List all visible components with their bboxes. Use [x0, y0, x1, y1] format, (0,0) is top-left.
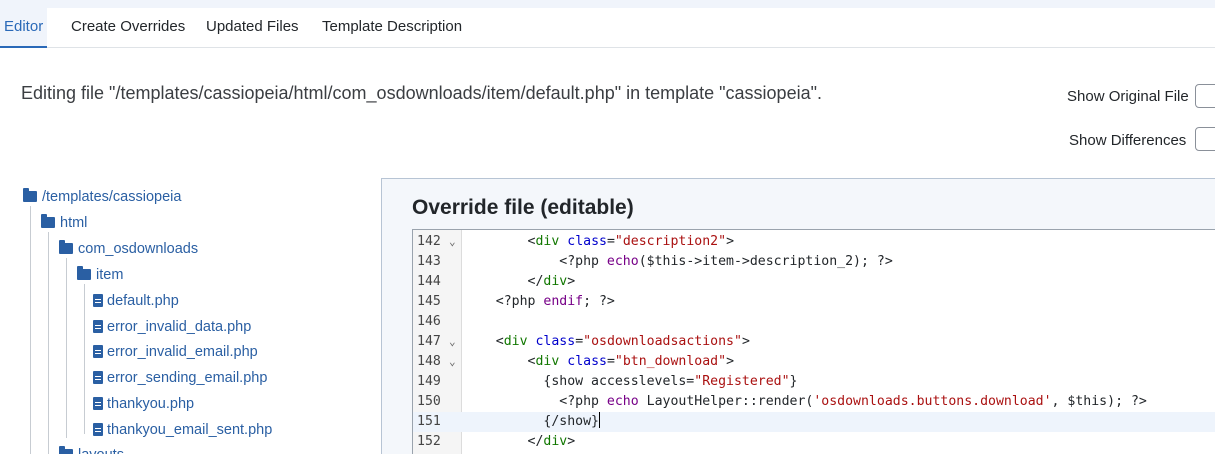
code-line[interactable]: 147 ⌄ <div class="osdownloadsactions">	[413, 332, 1215, 352]
folder-icon	[77, 265, 91, 280]
line-number: 143	[417, 254, 441, 269]
folder-icon	[59, 445, 73, 454]
tree-guide-line	[48, 232, 49, 454]
fold-chevron-icon[interactable]: ⌄	[449, 352, 456, 372]
tree-file[interactable]: error_sending_email.php	[93, 370, 267, 386]
code-text: {show accesslevels="Registered"}	[464, 374, 798, 389]
tree-folder-item[interactable]: item	[77, 265, 123, 283]
show-original-file-label: Show Original File	[1067, 88, 1189, 105]
code-text: <?php endif; ?>	[464, 294, 615, 309]
line-number: 145	[417, 294, 441, 309]
file-icon	[93, 319, 103, 333]
code-line[interactable]: 149 {show accesslevels="Registered"}	[413, 372, 1215, 392]
code-line[interactable]: 143 <?php echo($this->item->description_…	[413, 252, 1215, 272]
line-number: 142	[417, 234, 441, 249]
tab-template-description[interactable]: Template Description	[322, 8, 462, 48]
code-text: {/show}	[464, 411, 600, 432]
code-text: </div>	[464, 274, 576, 289]
file-icon	[93, 370, 103, 384]
file-icon	[93, 293, 103, 307]
line-number: 147	[417, 334, 441, 349]
override-panel: Override file (editable) 142 ⌄ <div class…	[381, 178, 1215, 454]
tab-bar: Editor Create Overrides Updated Files Te…	[0, 8, 1215, 48]
tab-updated-files[interactable]: Updated Files	[206, 8, 299, 48]
code-line[interactable]: 152 </div>	[413, 432, 1215, 452]
tab-editor[interactable]: Editor	[0, 8, 48, 48]
tree-file[interactable]: error_invalid_data.php	[93, 319, 251, 335]
file-tree: /templates/cassiopeia html com_osdownloa…	[0, 178, 380, 454]
tree-guide-line	[66, 258, 67, 438]
code-line[interactable]: 146	[413, 312, 1215, 332]
tree-folder-root[interactable]: /templates/cassiopeia	[23, 187, 181, 205]
code-line[interactable]: 150 <?php echo LayoutHelper::render('osd…	[413, 392, 1215, 412]
file-icon	[93, 396, 103, 410]
show-differences-toggle[interactable]	[1195, 127, 1215, 151]
tree-file[interactable]: error_invalid_email.php	[93, 344, 258, 360]
text-cursor	[598, 411, 600, 428]
line-number: 148	[417, 354, 441, 369]
code-line[interactable]: 148 ⌄ <div class="btn_download">	[413, 352, 1215, 372]
line-number: 146	[417, 314, 441, 329]
fold-chevron-icon[interactable]: ⌄	[449, 332, 456, 352]
tree-file[interactable]: thankyou.php	[93, 396, 194, 412]
code-text: </div>	[464, 434, 576, 449]
tree-guide-line	[84, 284, 85, 434]
line-number: 151	[417, 414, 441, 429]
tree-folder-html[interactable]: html	[41, 213, 87, 231]
code-text: <?php echo($this->item->description_2); …	[464, 254, 893, 269]
line-number: 149	[417, 374, 441, 389]
tree-folder-com-osdownloads[interactable]: com_osdownloads	[59, 239, 198, 257]
code-text: <?php echo LayoutHelper::render('osdownl…	[464, 394, 1147, 409]
show-original-file-toggle[interactable]	[1195, 84, 1215, 108]
code-text: <div class="description2">	[464, 234, 735, 249]
code-editor[interactable]: 142 ⌄ <div class="description2"> 143 <?php…	[412, 229, 1215, 454]
top-strip	[0, 0, 1215, 8]
folder-icon	[23, 187, 37, 202]
tree-folder-layouts[interactable]: layouts	[59, 445, 124, 454]
code-text: <div class="btn_download">	[464, 354, 735, 369]
tab-create-overrides[interactable]: Create Overrides	[71, 8, 185, 48]
tree-file[interactable]: default.php	[93, 293, 179, 309]
line-number: 144	[417, 274, 441, 289]
panel-title: Override file (editable)	[412, 196, 634, 219]
code-line[interactable]: 151 {/show}	[413, 411, 1215, 432]
line-number: 152	[417, 434, 441, 449]
file-icon	[93, 344, 103, 358]
code-text: <div class="osdownloadsactions">	[464, 334, 750, 349]
tree-file[interactable]: thankyou_email_sent.php	[93, 422, 272, 438]
tree-guide-line	[30, 206, 31, 454]
file-icon	[93, 422, 103, 436]
show-differences-label: Show Differences	[1069, 132, 1187, 149]
code-line[interactable]: 145 <?php endif; ?>	[413, 292, 1215, 312]
fold-chevron-icon[interactable]: ⌄	[449, 232, 456, 252]
code-line[interactable]: 142 ⌄ <div class="description2">	[413, 232, 1215, 252]
line-number: 150	[417, 394, 441, 409]
editing-file-info: Editing file "/templates/cassiopeia/html…	[21, 83, 822, 103]
code-line[interactable]: 144 </div>	[413, 272, 1215, 292]
folder-icon	[41, 213, 55, 228]
folder-icon	[59, 239, 73, 254]
